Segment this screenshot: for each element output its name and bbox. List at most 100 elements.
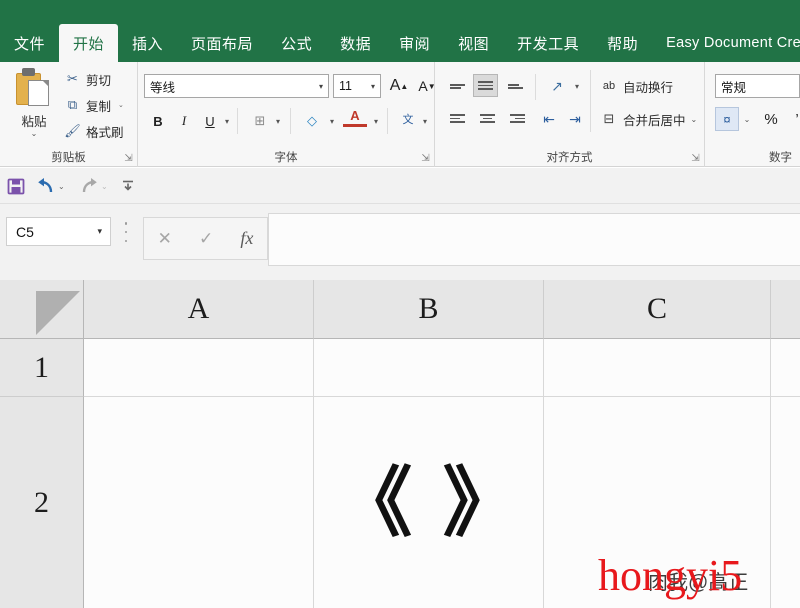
tab-home[interactable]: 开始 bbox=[59, 24, 119, 62]
column-header-b[interactable]: B bbox=[314, 280, 544, 339]
cell-d2[interactable] bbox=[771, 397, 800, 608]
underline-button[interactable]: U bbox=[198, 109, 222, 133]
increase-font-size-button[interactable]: A ▲ bbox=[387, 74, 411, 98]
confirm-entry-icon[interactable]: ✓ bbox=[199, 229, 213, 249]
tab-insert[interactable]: 插入 bbox=[118, 24, 177, 62]
scissors-icon: ✂ bbox=[67, 71, 78, 86]
copy-button[interactable]: ⧉ 复制 ⌄ bbox=[64, 93, 124, 117]
wrap-text-button[interactable]: ab 自动换行 bbox=[600, 74, 673, 98]
alignment-dialog-launcher-icon[interactable]: ⇲ bbox=[690, 153, 701, 164]
cell-a2[interactable] bbox=[84, 397, 314, 608]
font-color-button[interactable]: A bbox=[343, 107, 367, 127]
fill-color-button[interactable]: ◇ bbox=[300, 109, 324, 133]
row-header-2[interactable]: 2 bbox=[0, 397, 84, 608]
save-button[interactable] bbox=[6, 175, 26, 197]
column-header-c[interactable]: C bbox=[544, 280, 771, 339]
ribbon-group-number: 常规 ¤ ⌄ % ’ 数字 bbox=[705, 62, 800, 167]
cell-c1[interactable] bbox=[544, 339, 771, 397]
undo-button[interactable]: ⌄ bbox=[35, 175, 65, 197]
undo-icon bbox=[38, 178, 53, 193]
undo-caret-icon[interactable]: ⌄ bbox=[58, 182, 65, 191]
name-box-caret-icon[interactable]: ▾ bbox=[97, 226, 110, 237]
merge-center-button[interactable]: ⊟ 合并后居中 ⌄ bbox=[600, 107, 698, 131]
font-dialog-launcher-icon[interactable]: ⇲ bbox=[420, 153, 431, 164]
italic-icon: I bbox=[181, 113, 187, 128]
fill-color-icon: ◇ bbox=[307, 113, 317, 128]
cell-a1[interactable] bbox=[84, 339, 314, 397]
borders-caret-icon[interactable]: ▾ bbox=[272, 109, 284, 133]
accounting-caret-icon[interactable]: ⌄ bbox=[741, 107, 753, 131]
cancel-entry-icon[interactable]: ✕ bbox=[158, 229, 172, 249]
select-all-button[interactable] bbox=[0, 280, 84, 339]
tab-review[interactable]: 审阅 bbox=[385, 24, 444, 62]
tab-view[interactable]: 视图 bbox=[444, 24, 503, 62]
customize-quick-access-button[interactable] bbox=[120, 175, 136, 197]
comma-icon: ’ bbox=[795, 110, 799, 128]
redo-icon bbox=[82, 178, 97, 193]
orientation-button[interactable]: ↗ bbox=[545, 74, 569, 98]
align-middle-button[interactable] bbox=[473, 74, 498, 97]
phonetic-caret-icon[interactable]: ▾ bbox=[419, 109, 431, 133]
merge-cells-icon: ⊟ bbox=[603, 111, 615, 126]
align-left-icon bbox=[450, 113, 465, 125]
bold-button[interactable]: B bbox=[146, 109, 170, 133]
number-format-combo[interactable]: 常规 bbox=[715, 74, 800, 98]
align-top-button[interactable] bbox=[445, 75, 470, 98]
format-painter-button[interactable]: 🖌 格式刷 bbox=[64, 119, 124, 143]
percent-format-button[interactable]: % bbox=[759, 107, 783, 131]
tab-page-layout[interactable]: 页面布局 bbox=[177, 24, 267, 62]
name-box-value: C5 bbox=[16, 223, 34, 240]
wrap-text-icon: ab bbox=[602, 80, 616, 92]
underline-caret-icon[interactable]: ▾ bbox=[221, 109, 233, 133]
decrease-indent-button[interactable]: ⇤ bbox=[537, 107, 561, 131]
paste-button[interactable]: 粘贴 ⌄ bbox=[8, 66, 60, 144]
paste-caret-icon[interactable]: ⌄ bbox=[31, 130, 38, 138]
redo-button[interactable]: ⌄ bbox=[78, 175, 108, 197]
font-color-caret-icon[interactable]: ▾ bbox=[370, 109, 382, 133]
comma-format-button[interactable]: ’ bbox=[785, 107, 800, 131]
tab-data[interactable]: 数据 bbox=[326, 24, 385, 62]
align-center-button[interactable] bbox=[475, 107, 500, 130]
ribbon-body: 粘贴 ⌄ ✂ 剪切 ⧉ 复制 ⌄ 🖌 格式刷 剪贴板 ⇲ 等线 ▾ 11 ▾ A… bbox=[0, 62, 800, 167]
column-header-a[interactable]: A bbox=[84, 280, 314, 339]
align-right-button[interactable] bbox=[505, 107, 530, 130]
clipboard-dialog-launcher-icon[interactable]: ⇲ bbox=[123, 153, 134, 164]
insert-function-icon[interactable]: fx bbox=[240, 228, 253, 249]
format-painter-label: 格式刷 bbox=[86, 125, 124, 140]
cell-b2-value: 《 》 bbox=[336, 457, 521, 547]
formula-input[interactable] bbox=[268, 213, 800, 266]
redo-caret-icon[interactable]: ⌄ bbox=[101, 182, 108, 191]
italic-button[interactable]: I bbox=[172, 109, 196, 133]
fill-color-caret-icon[interactable]: ▾ bbox=[326, 109, 338, 133]
cell-b2[interactable]: 《 》 bbox=[314, 397, 544, 608]
cut-button[interactable]: ✂ 剪切 bbox=[64, 67, 111, 91]
quick-access-toolbar: ⌄ ⌄ bbox=[0, 168, 800, 204]
merge-center-caret-icon[interactable]: ⌄ bbox=[691, 115, 698, 124]
font-name-combo[interactable]: 等线 ▾ bbox=[144, 74, 329, 98]
font-size-combo[interactable]: 11 ▾ bbox=[333, 74, 381, 98]
tab-help[interactable]: 帮助 bbox=[593, 24, 652, 62]
copy-caret-icon[interactable]: ⌄ bbox=[118, 101, 124, 109]
increase-indent-button[interactable]: ⇥ bbox=[563, 107, 587, 131]
align-top-icon bbox=[450, 82, 465, 90]
orientation-caret-icon[interactable]: ▾ bbox=[571, 74, 583, 98]
column-header-partial[interactable] bbox=[771, 280, 800, 339]
ribbon-group-font: 等线 ▾ 11 ▾ A ▲ A ▼ B I U ▾ ⊞ ▾ ◇ ▾ A ▾ 文 … bbox=[138, 62, 436, 167]
ribbon-tabs: 文件 开始 插入 页面布局 公式 数据 审阅 视图 开发工具 帮助 Easy D… bbox=[0, 24, 800, 62]
accounting-format-button[interactable]: ¤ bbox=[715, 107, 739, 131]
align-bottom-button[interactable] bbox=[503, 75, 528, 98]
align-left-button[interactable] bbox=[445, 107, 470, 130]
cell-b1[interactable] bbox=[314, 339, 544, 397]
cell-d1[interactable] bbox=[771, 339, 800, 397]
tab-developer[interactable]: 开发工具 bbox=[503, 24, 593, 62]
borders-button[interactable]: ⊞ bbox=[248, 109, 272, 133]
phonetic-guide-button[interactable]: 文 bbox=[396, 107, 420, 131]
tab-easy-document-creator[interactable]: Easy Document Creator bbox=[652, 24, 800, 62]
row-header-1[interactable]: 1 bbox=[0, 339, 84, 397]
tab-file[interactable]: 文件 bbox=[0, 24, 59, 62]
name-box[interactable]: C5 ▾ bbox=[6, 217, 111, 246]
cell-c2[interactable] bbox=[544, 397, 771, 608]
bold-icon: B bbox=[153, 113, 163, 129]
formula-bar-grip[interactable] bbox=[124, 222, 128, 242]
tab-formulas[interactable]: 公式 bbox=[267, 24, 326, 62]
